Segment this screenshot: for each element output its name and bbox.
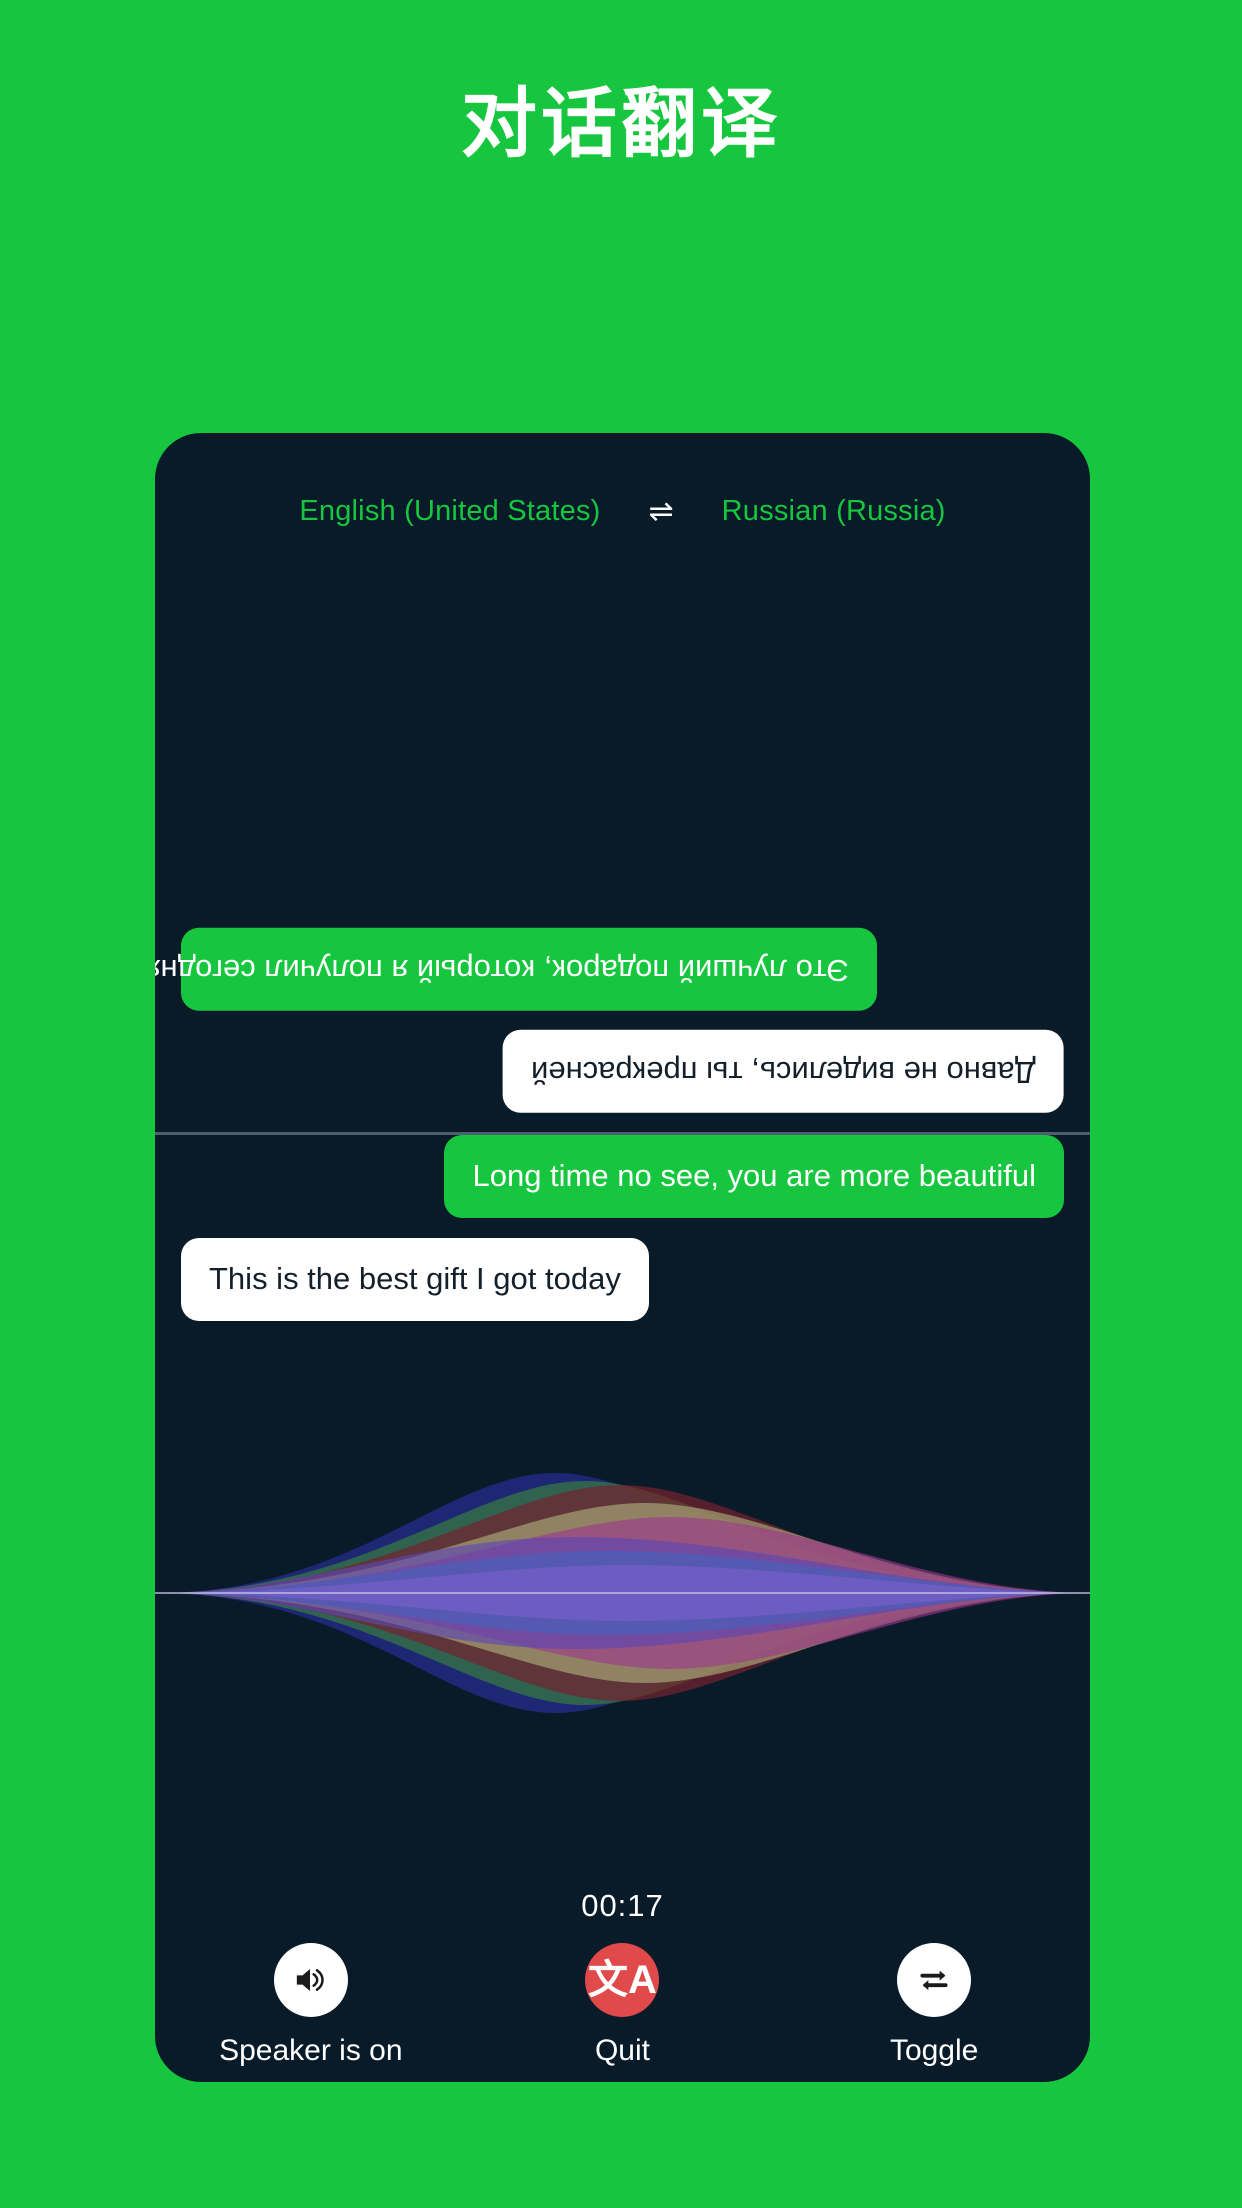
source-language-selector[interactable]: English (United States): [299, 495, 600, 528]
translation-app-panel: English (United States) ⇌ Russian (Russi…: [155, 433, 1090, 2082]
quit-button-label: Quit: [594, 2034, 650, 2067]
message-row: Это лучший подарок, который я получил се…: [155, 927, 1090, 1011]
near-speaker-conversation: Long time no see, you are more beautiful…: [155, 1135, 1090, 1425]
speaker-icon: [296, 1969, 324, 1991]
chat-bubble[interactable]: Давно не виделись, ты прекрасней: [503, 1030, 1064, 1113]
call-timer: 00:17: [581, 1888, 664, 1923]
chat-bubble[interactable]: Long time no see, you are more beautiful: [444, 1135, 1064, 1218]
message-row: Long time no see, you are more beautiful: [155, 1135, 1090, 1218]
swap-languages-icon[interactable]: ⇌: [641, 496, 682, 527]
quit-button-circle[interactable]: 文A: [585, 1943, 660, 2017]
toggle-button-circle[interactable]: [897, 1943, 972, 2017]
control-bar: Speaker is on 文A Quit Toggle: [155, 1943, 1090, 2068]
page-title: 对话翻译: [461, 82, 781, 167]
message-row: Давно не виделись, ты прекрасней: [155, 1030, 1090, 1113]
toggle-button-label: Toggle: [889, 2034, 979, 2067]
toggle-swap-icon: [920, 1970, 948, 1991]
far-speaker-conversation: Это лучший подарок, который я получил се…: [155, 553, 1090, 1133]
speaker-button-circle[interactable]: [273, 1943, 348, 2017]
translate-icon: 文A: [588, 1958, 657, 2002]
message-row: This is the best gift I got today: [155, 1237, 1090, 1321]
audio-waveform: [155, 1433, 1090, 1753]
quit-button[interactable]: 文A Quit: [502, 1943, 742, 2068]
speaker-button-label: Speaker is on: [219, 2034, 403, 2067]
speaker-button[interactable]: Speaker is on: [191, 1943, 431, 2068]
toggle-button[interactable]: Toggle: [814, 1943, 1054, 2068]
target-language-selector[interactable]: Russian (Russia): [722, 495, 946, 528]
chat-bubble[interactable]: This is the best gift I got today: [181, 1237, 649, 1321]
chat-bubble[interactable]: Это лучший подарок, который я получил се…: [155, 927, 877, 1011]
language-selector-bar: English (United States) ⇌ Russian (Russi…: [155, 495, 1090, 528]
